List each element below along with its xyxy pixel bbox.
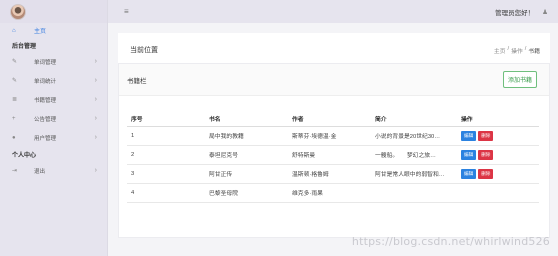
chevron-right-icon: › — [94, 96, 97, 103]
sidebar-item-notice-manage[interactable]: + 公告管理 › — [0, 109, 107, 128]
edit-button[interactable]: 编辑 — [461, 130, 477, 141]
cell-summary: 小说的背景是20世纪30… — [375, 134, 441, 140]
sidebar-item-label: 主页 — [34, 29, 47, 35]
greeting-text: 管理员您好！ — [495, 9, 535, 17]
column-header: 序号 — [127, 112, 209, 127]
edit-button[interactable]: 编辑 — [461, 168, 477, 179]
sidebar-item-label: 单词统计 — [34, 78, 57, 85]
chevron-right-icon: › — [94, 134, 97, 141]
main-content: 当前位置 主页 / 操作 / 书籍 书籍栏 添加书籍 序号 书名 作者 简介 操… — [108, 23, 558, 256]
cell-id: 4 — [127, 183, 209, 203]
column-header: 操作 — [461, 112, 539, 127]
watermark: https://blog.csdn.net/whirlwind526 — [351, 235, 550, 248]
edit-icon: ✎ — [12, 78, 18, 84]
hamburger-icon[interactable]: ≡ — [124, 7, 129, 16]
table-header-row: 序号 书名 作者 简介 操作 — [127, 112, 539, 127]
breadcrumb: 主页 / 操作 / 书籍 — [494, 46, 540, 55]
books-card: 书籍栏 添加书籍 序号 书名 作者 简介 操作 1 局中我的教籍 斯蒂芬·埃德温… — [118, 63, 550, 238]
chevron-right-icon: › — [94, 77, 97, 84]
column-header: 作者 — [292, 112, 375, 127]
sidebar-item-label: 书籍管理 — [34, 97, 57, 104]
cell-name: 局中我的教籍 — [209, 126, 292, 146]
chevron-right-icon: › — [94, 167, 97, 174]
table-row: 4 巴黎圣母院 维克多·雨果 — [127, 183, 539, 203]
sidebar: ⌂ 主页 后台管理 ✎ 单词管理 › ✎ 单词统计 › ≣ 书籍管理 › + 公… — [0, 0, 108, 256]
cell-id: 2 — [127, 145, 209, 165]
avatar[interactable] — [10, 3, 26, 20]
breadcrumb-current: 书籍 — [528, 48, 540, 55]
cell-author: 温斯顿·格鲁姆 — [292, 164, 375, 184]
sidebar-item-label: 单词管理 — [34, 59, 57, 66]
card-title: 书籍栏 — [127, 77, 147, 85]
sidebar-section-title: 后台管理 — [12, 43, 37, 50]
sidebar-item-user-manage[interactable]: ● 用户管理 › — [0, 128, 107, 147]
cell-summary: 一艘船。 梦幻之旅… — [375, 153, 436, 159]
breadcrumb-separator: / — [507, 45, 510, 52]
cell-author: 舒特斯曼 — [292, 145, 375, 165]
page-header: 当前位置 主页 / 操作 / 书籍 — [118, 33, 550, 67]
cell-actions — [461, 183, 539, 203]
sidebar-item-label: 公告管理 — [34, 116, 57, 123]
delete-button[interactable]: 删除 — [478, 149, 494, 160]
delete-button[interactable]: 删除 — [478, 168, 494, 179]
breadcrumb-item[interactable]: 主页 — [494, 46, 506, 55]
cell-name: 泰坦尼克号 — [209, 145, 292, 165]
list-icon: ≣ — [12, 97, 18, 103]
page-title: 当前位置 — [130, 47, 158, 54]
column-header: 书名 — [209, 112, 292, 127]
sidebar-section-title: 个人中心 — [12, 152, 37, 159]
plus-icon: + — [12, 115, 16, 122]
cell-summary: 阿甘是常人眼中的弱智和… — [375, 172, 445, 178]
column-header: 简介 — [375, 112, 461, 127]
cell-author: 维克多·雨果 — [292, 183, 375, 203]
breadcrumb-item[interactable]: 操作 — [511, 46, 523, 55]
sidebar-item-home[interactable]: ⌂ 主页 — [0, 23, 107, 38]
sidebar-item-book-manage[interactable]: ≣ 书籍管理 › — [0, 90, 107, 109]
chevron-right-icon: › — [94, 58, 97, 65]
logout-icon: ⇥ — [12, 168, 18, 174]
table-row: 1 局中我的教籍 斯蒂芬·埃德温·金 小说的背景是20世纪30… 编辑 删除 — [127, 126, 539, 146]
user-icon[interactable]: ♟ — [542, 8, 548, 16]
card-header: 书籍栏 添加书籍 — [119, 64, 549, 96]
edit-button[interactable]: 编辑 — [461, 149, 477, 160]
top-bar: ≡ 管理员您好！ ♟ — [108, 0, 558, 23]
sidebar-item-label: 用户管理 — [34, 135, 57, 142]
add-book-button[interactable]: 添加书籍 — [502, 71, 537, 88]
table-row: 2 泰坦尼克号 舒特斯曼 一艘船。 梦幻之旅… 编辑 删除 — [127, 145, 539, 165]
cell-id: 3 — [127, 164, 209, 184]
home-icon: ⌂ — [12, 27, 16, 34]
sidebar-item-logout[interactable]: ⇥ 退出 › — [0, 161, 107, 180]
chevron-right-icon: › — [94, 115, 97, 122]
cell-id: 1 — [127, 126, 209, 146]
sidebar-item-word-stats[interactable]: ✎ 单词统计 › — [0, 71, 107, 90]
edit-icon: ✎ — [12, 59, 18, 65]
books-table: 序号 书名 作者 简介 操作 1 局中我的教籍 斯蒂芬·埃德温·金 小说的背景是… — [127, 112, 539, 203]
table-row: 3 阿甘正传 温斯顿·格鲁姆 阿甘是常人眼中的弱智和… 编辑 删除 — [127, 164, 539, 184]
delete-button[interactable]: 删除 — [478, 130, 494, 141]
sidebar-item-label: 退出 — [34, 168, 46, 175]
cell-author: 斯蒂芬·埃德温·金 — [292, 126, 375, 146]
sidebar-item-word-manage[interactable]: ✎ 单词管理 › — [0, 52, 107, 71]
breadcrumb-separator: / — [524, 45, 527, 52]
user-icon: ● — [12, 134, 16, 141]
cell-name: 巴黎圣母院 — [209, 183, 292, 203]
cell-name: 阿甘正传 — [209, 164, 292, 184]
avatar-area — [0, 0, 107, 23]
